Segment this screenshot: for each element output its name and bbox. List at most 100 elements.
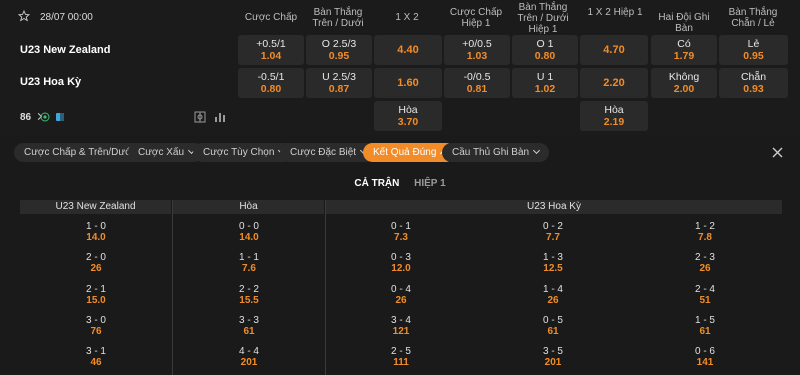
team-home-name: U23 New Zealand [20,44,111,56]
field-icon[interactable] [194,111,206,123]
score-label: 0 - 1 [390,221,411,232]
score-label: 0 - 6 [694,346,715,357]
score-label: 2 - 4 [694,284,715,295]
tab-first-half[interactable]: HIỆP 1 [414,178,446,189]
odds-cell-1x2-away[interactable]: 1.60 [374,68,442,98]
score-odds: 7.8 [698,232,712,243]
correct-score-option[interactable]: 1 - 4 26 [513,284,593,306]
score-label: 2 - 1 [85,284,106,295]
score-odds: 12.5 [543,263,563,274]
odds-cell-1x2-h1-away[interactable]: 2.20 [580,68,648,98]
tab-full-match[interactable]: CẢ TRẬN [354,178,399,189]
score-label: 2 - 5 [390,346,411,357]
score-odds: 7.7 [546,232,560,243]
correct-score-option[interactable]: 2 - 0 26 [56,252,136,274]
score-label: 3 - 4 [390,315,411,326]
odds-cell-odd[interactable]: Lẻ 0.95 [719,35,788,65]
score-odds: 14.0 [86,232,106,243]
score-odds: 121 [392,326,410,337]
score-label: 4 - 4 [238,346,259,357]
score-label: 1 - 5 [694,315,715,326]
correct-score-option[interactable]: 1 - 3 12.5 [513,252,593,274]
odds-cell-handicap-h1-home[interactable]: +0/0.5 1.03 [444,35,510,65]
filter-goalscorer[interactable]: Cầu Thủ Ghi Bàn [442,143,550,162]
odds-cell-under-h1[interactable]: U 1 1.02 [512,68,578,98]
live-stream-icon[interactable] [40,112,50,122]
header-both-score: Hai Đội Ghi Bàn [658,12,710,34]
odds-cell-handicap-home[interactable]: +0.5/1 1.04 [238,35,304,65]
correct-score-option[interactable]: 3 - 3 61 [209,315,289,337]
correct-score-option[interactable]: 0 - 6 141 [665,346,745,368]
score-odds: 26 [90,263,102,274]
score-label: 1 - 4 [542,284,563,295]
score-label: 0 - 2 [542,221,563,232]
cs-header-draw: Hòa [173,200,324,214]
odds-cell-1x2-h1-draw[interactable]: Hòa 2.19 [580,101,648,131]
correct-score-option[interactable]: 0 - 2 7.7 [513,221,593,243]
column-divider [172,200,173,375]
more-markets[interactable]: 86 [20,112,42,123]
correct-score-option[interactable]: 1 - 2 7.8 [665,221,745,243]
market-filter-bar: Cược Chấp & Trên/Dưới Cược Xấu Cược Tùy … [0,137,800,167]
odds-cell-over-h1[interactable]: O 1 0.80 [512,35,578,65]
score-label: 3 - 0 [85,315,106,326]
odds-cell-under[interactable]: U 2.5/3 0.87 [306,68,372,98]
header-handicap: Cược Chấp [244,12,298,23]
correct-score-option[interactable]: 4 - 4 201 [209,346,289,368]
correct-score-option[interactable]: 2 - 2 15.5 [209,284,289,306]
odds-cell-1x2-draw[interactable]: Hòa 3.70 [374,101,442,131]
filter-special-bets[interactable]: Cược Đặc Biệt [280,143,377,162]
match-tracker-icon[interactable] [55,112,65,122]
odds-cell-handicap-h1-away[interactable]: -0/0.5 0.81 [444,68,510,98]
odds-cell-1x2-home[interactable]: 4.40 [374,35,442,65]
score-label: 1 - 1 [238,252,259,263]
star-icon[interactable] [18,10,30,22]
odds-cell-handicap-away[interactable]: -0.5/1 0.80 [238,68,304,98]
score-odds: 51 [699,295,711,306]
odds-cell-over[interactable]: O 2.5/3 0.95 [306,35,372,65]
score-label: 0 - 0 [238,221,259,232]
correct-score-option[interactable]: 3 - 0 76 [56,315,136,337]
score-odds: 7.3 [394,232,408,243]
correct-score-option[interactable]: 3 - 4 121 [361,315,441,337]
header-1x2: 1 X 2 [395,12,419,23]
score-odds: 201 [544,357,562,368]
score-odds: 15.5 [239,295,259,306]
correct-score-option[interactable]: 0 - 1 7.3 [361,221,441,243]
correct-score-option[interactable]: 2 - 1 15.0 [56,284,136,306]
odds-cell-both-score-yes[interactable]: Có 1.79 [651,35,717,65]
score-odds: 7.6 [242,263,256,274]
stats-icon[interactable] [214,111,226,123]
score-odds: 61 [243,326,255,337]
score-odds: 26 [547,295,559,306]
correct-score-option[interactable]: 1 - 0 14.0 [56,221,136,243]
correct-score-option[interactable]: 2 - 4 51 [665,284,745,306]
correct-score-option[interactable]: 3 - 5 201 [513,346,593,368]
score-label: 0 - 4 [390,284,411,295]
odds-cell-both-score-no[interactable]: Không 2.00 [651,68,717,98]
odds-cell-1x2-h1-home[interactable]: 4.70 [580,35,648,65]
correct-score-option[interactable]: 0 - 4 26 [361,284,441,306]
header-odd-even: Bàn Thắng Chẵn / Lẻ [728,7,778,29]
correct-score-option[interactable]: 1 - 1 7.6 [209,252,289,274]
correct-score-option[interactable]: 3 - 1 46 [56,346,136,368]
match-datetime: 28/07 00:00 [40,12,93,23]
correct-score-option[interactable]: 2 - 5 111 [361,346,441,368]
correct-score-option[interactable]: 2 - 3 26 [665,252,745,274]
header-over-under: Bàn Thắng Trên / Dưới [312,7,364,29]
close-icon[interactable] [772,147,783,158]
correct-score-option[interactable]: 0 - 0 14.0 [209,221,289,243]
score-odds: 141 [696,357,714,368]
score-odds: 61 [699,326,711,337]
cs-header-away: U23 Hoa Kỳ [326,200,782,214]
team-away-name: U23 Hoa Kỳ [20,76,82,88]
score-label: 2 - 3 [694,252,715,263]
score-odds: 26 [395,295,407,306]
correct-score-option[interactable]: 1 - 5 61 [665,315,745,337]
correct-score-option[interactable]: 0 - 3 12.0 [361,252,441,274]
score-label: 2 - 0 [85,252,106,263]
score-label: 2 - 2 [238,284,259,295]
correct-score-option[interactable]: 0 - 5 61 [513,315,593,337]
odds-cell-even[interactable]: Chẵn 0.93 [719,68,788,98]
score-odds: 12.0 [391,263,411,274]
